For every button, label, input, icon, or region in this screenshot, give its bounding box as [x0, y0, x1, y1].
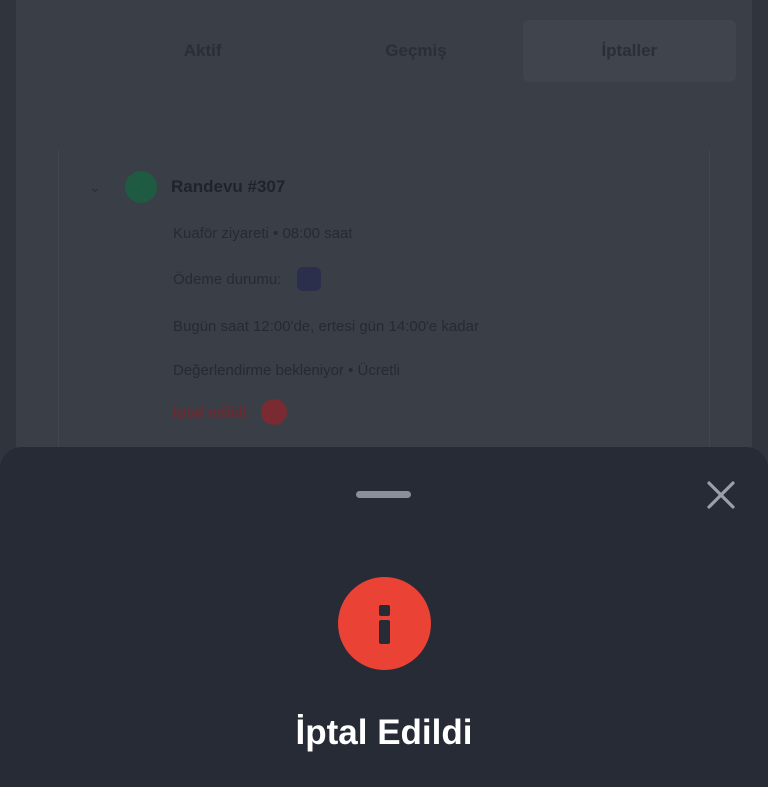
close-button[interactable] — [702, 476, 740, 514]
detail-text: Kuaför ziyareti • 08:00 saat — [173, 224, 353, 242]
cancelled-indicator — [261, 399, 288, 425]
appointment-card-header[interactable]: ⌄ Randevu #307 — [89, 171, 286, 203]
tab-bar: Aktif Geçmiş İptaller — [96, 20, 736, 82]
chevron-down-icon: ⌄ — [89, 178, 101, 195]
appointment-title: Randevu #307 — [171, 177, 286, 196]
appointment-detail-review: Değerlendirme bekleniyor • Ücretli — [173, 357, 400, 383]
appointment-detail-payment: Ödeme durumu: — [173, 266, 322, 292]
tab-past[interactable]: Geçmiş — [309, 20, 522, 82]
detail-text: İptal edildi — [173, 403, 248, 421]
appointment-card: ⌄ Randevu #307 Kuaför ziyareti • 08:00 s… — [58, 150, 710, 460]
info-badge — [338, 577, 431, 670]
tab-cancelled[interactable]: İptaller — [522, 20, 736, 82]
detail-text: Bugün saat 12:00'de, ertesi gün 14:00'e … — [173, 317, 479, 335]
close-icon — [707, 481, 735, 509]
appointment-detail-time: Bugün saat 12:00'de, ertesi gün 14:00'e … — [173, 313, 479, 339]
detail-text: Ödeme durumu: — [173, 270, 282, 288]
appointment-detail-cancelled[interactable]: İptal edildi — [173, 399, 288, 425]
payment-badge — [297, 267, 322, 291]
sheet-title: İptal Edildi — [295, 713, 473, 752]
status-avatar — [125, 171, 157, 203]
appointment-detail-service: Kuaför ziyareti • 08:00 saat — [173, 220, 353, 246]
detail-text: Değerlendirme bekleniyor • Ücretli — [173, 361, 401, 379]
info-icon — [379, 605, 390, 644]
drag-handle[interactable] — [356, 491, 411, 498]
tab-active[interactable]: Aktif — [96, 20, 309, 82]
bottom-sheet: İptal Edildi — [0, 447, 768, 787]
